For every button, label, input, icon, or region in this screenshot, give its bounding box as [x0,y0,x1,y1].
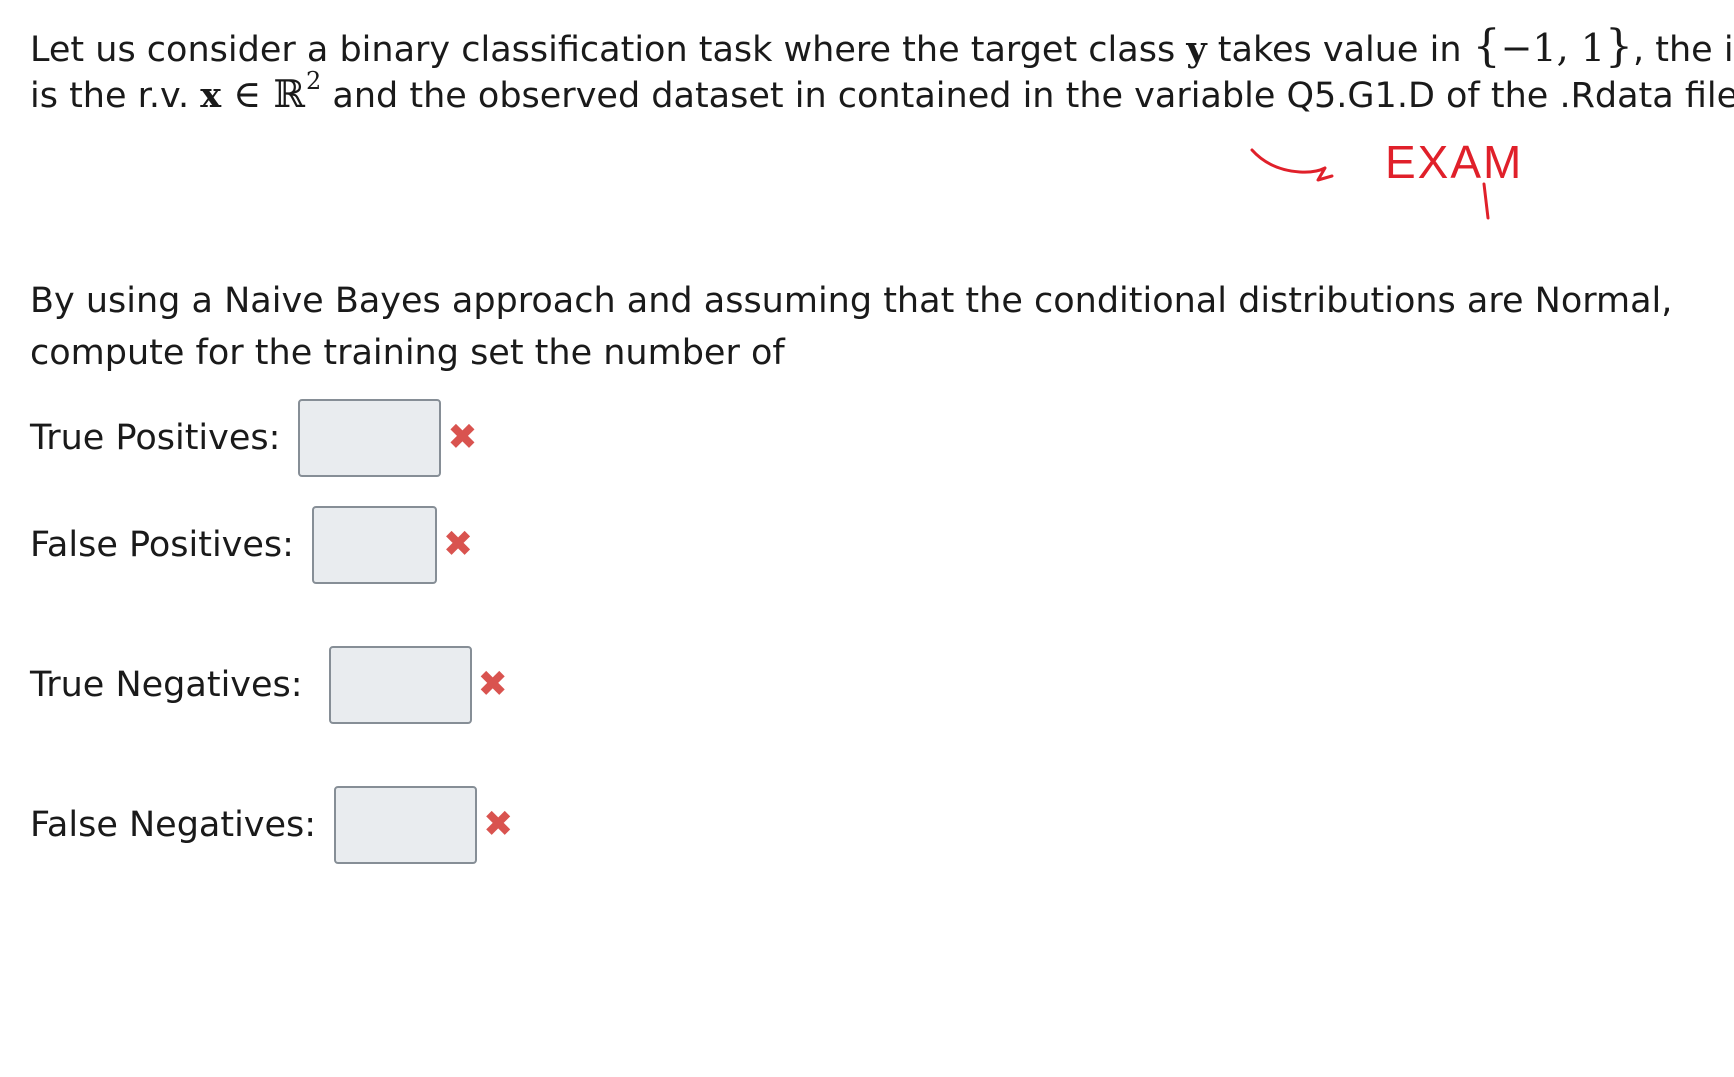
question-text: and the observed dataset in contained in… [321,76,1734,116]
handwritten-annotation: EXAM [1250,140,1523,220]
question-text: Let us consider a binary classification … [30,30,1187,70]
question-text: is the r.v. [30,76,201,116]
handwritten-arrow [1250,148,1334,182]
math-variable-x: x [200,75,222,116]
false-negatives-row: False Negatives: ✖ [30,786,513,864]
true-negatives-label: True Negatives: [30,665,303,705]
false-negatives-label: False Negatives: [30,805,317,845]
true-negatives-row: True Negatives: ✖ [30,646,508,724]
question-text: takes value in [1206,30,1473,70]
instruction-line-2: compute for the training set the number … [30,333,785,373]
math-reals: ℝ [273,72,305,116]
question-text: , the input [1633,30,1734,70]
false-positives-label: False Positives: [30,525,294,565]
cross-icon: ✖ [477,664,508,705]
true-positives-row: True Positives: ✖ [30,399,478,477]
handwritten-label: EXAM [1385,140,1523,188]
true-positives-input[interactable] [298,399,442,477]
cross-icon: ✖ [442,524,474,565]
math-brace-close: } [1605,21,1633,72]
false-negatives-input[interactable] [334,786,478,864]
math-exponent: 2 [305,67,322,95]
cross-icon: ✖ [447,417,478,458]
math-set-values: −1, 1 [1500,26,1605,70]
instruction-line-1: By using a Naive Bayes approach and assu… [30,281,1673,321]
true-positives-label: True Positives: [30,418,281,458]
math-variable-y: y [1186,29,1207,70]
math-element-of: ∈ [221,72,274,116]
cross-icon: ✖ [483,804,514,845]
false-positives-row: False Positives: ✖ [30,506,473,584]
true-negatives-input[interactable] [328,646,472,724]
math-brace-open: { [1472,21,1501,72]
false-positives-input[interactable] [311,506,437,584]
question-line-2: is the r.v. x ∈ ℝ2 and the observed data… [30,67,1734,126]
